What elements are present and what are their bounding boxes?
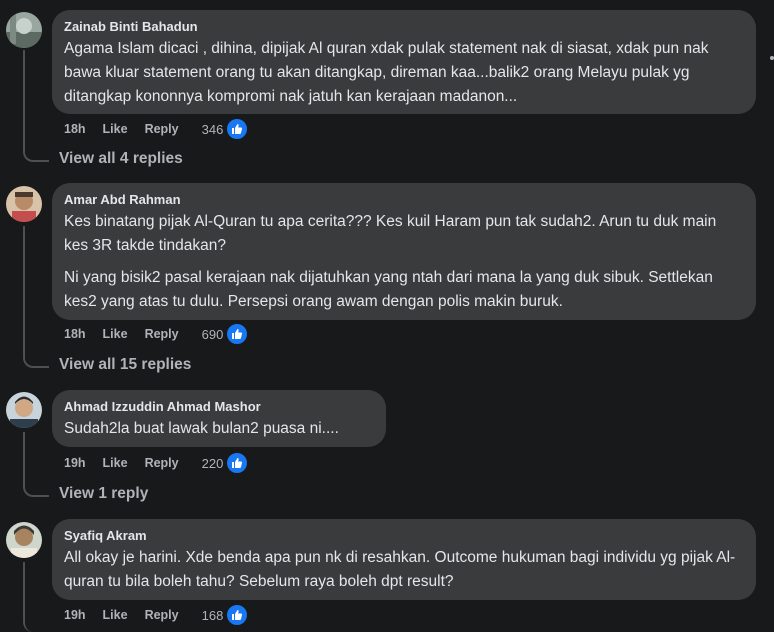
reaction-count[interactable]: 346 <box>202 118 266 140</box>
reaction-number: 690 <box>201 326 224 342</box>
like-thumb-icon <box>226 452 249 474</box>
thread-connector <box>23 226 49 368</box>
comment-text: All okay je harini. Xde benda apa pun nk… <box>64 546 744 594</box>
avatar[interactable] <box>6 392 42 428</box>
reply-button[interactable]: Reply <box>145 122 179 136</box>
reaction-number: 220 <box>201 455 224 471</box>
view-replies-link[interactable]: View 1 reply <box>59 485 148 503</box>
comment-time[interactable]: 19h <box>64 456 86 470</box>
avatar[interactable] <box>6 522 42 558</box>
comment-text: Sudah2la buat lawak bulan2 puasa ni.... <box>64 417 374 441</box>
reply-button[interactable]: Reply <box>145 456 179 470</box>
reaction-count[interactable]: 168 <box>202 604 266 626</box>
comment-time[interactable]: 18h <box>64 327 86 341</box>
comment-actions: 19h Like Reply 168 <box>64 604 266 626</box>
reply-button[interactable]: Reply <box>145 608 179 622</box>
comment-paragraph: Kes binatang pijak Al-Quran tu apa cerit… <box>64 213 717 254</box>
comment-time[interactable]: 19h <box>64 608 86 622</box>
comment-actions: 19h Like Reply 220 <box>64 452 266 474</box>
thread-connector <box>23 50 49 162</box>
comment-author[interactable]: Syafiq Akram <box>64 528 744 544</box>
comment-author[interactable]: Amar Abd Rahman <box>64 192 744 208</box>
comment-bubble: Ahmad Izzuddin Ahmad Mashor Sudah2la bua… <box>52 390 386 447</box>
like-button[interactable]: Like <box>103 122 128 136</box>
comment-paragraph: Agama Islam dicaci , dihina, dipijak Al … <box>64 40 709 105</box>
view-replies-link[interactable]: View all 4 replies <box>59 150 183 168</box>
comment-paragraph: All okay je harini. Xde benda apa pun nk… <box>64 549 736 590</box>
comment-author[interactable]: Ahmad Izzuddin Ahmad Mashor <box>64 399 374 415</box>
comment-actions: 18h Like Reply 346 <box>64 118 266 140</box>
avatar[interactable] <box>6 12 42 48</box>
comment-author[interactable]: Zainab Binti Bahadun <box>64 19 744 35</box>
like-thumb-icon <box>226 604 249 626</box>
thread-connector <box>23 562 49 632</box>
comment-bubble: Syafiq Akram All okay je harini. Xde ben… <box>52 519 756 600</box>
thread-connector <box>23 432 49 497</box>
comment-time[interactable]: 18h <box>64 122 86 136</box>
comment-paragraph: Ni yang bisik2 pasal kerajaan nak dijatu… <box>64 269 713 310</box>
comment-text: Kes binatang pijak Al-Quran tu apa cerit… <box>64 210 744 314</box>
like-thumb-icon <box>226 118 249 140</box>
like-button[interactable]: Like <box>103 456 128 470</box>
view-replies-link[interactable]: View all 15 replies <box>59 356 191 374</box>
reply-button[interactable]: Reply <box>145 327 179 341</box>
comment-actions: 18h Like Reply 690 <box>64 323 266 345</box>
comment-text: Agama Islam dicaci , dihina, dipijak Al … <box>64 37 744 109</box>
reaction-number: 168 <box>201 607 224 623</box>
comment-paragraph: Sudah2la buat lawak bulan2 puasa ni.... <box>64 420 339 437</box>
comment-bubble: Zainab Binti Bahadun Agama Islam dicaci … <box>52 10 756 114</box>
reaction-count[interactable]: 220 <box>202 452 266 474</box>
like-button[interactable]: Like <box>103 327 128 341</box>
avatar[interactable] <box>6 186 42 222</box>
like-thumb-icon <box>226 323 249 345</box>
reaction-count[interactable]: 690 <box>202 323 266 345</box>
like-button[interactable]: Like <box>103 608 128 622</box>
reaction-number: 346 <box>201 121 224 137</box>
scroll-edge-marker <box>770 56 774 60</box>
comment-bubble: Amar Abd Rahman Kes binatang pijak Al-Qu… <box>52 183 756 320</box>
